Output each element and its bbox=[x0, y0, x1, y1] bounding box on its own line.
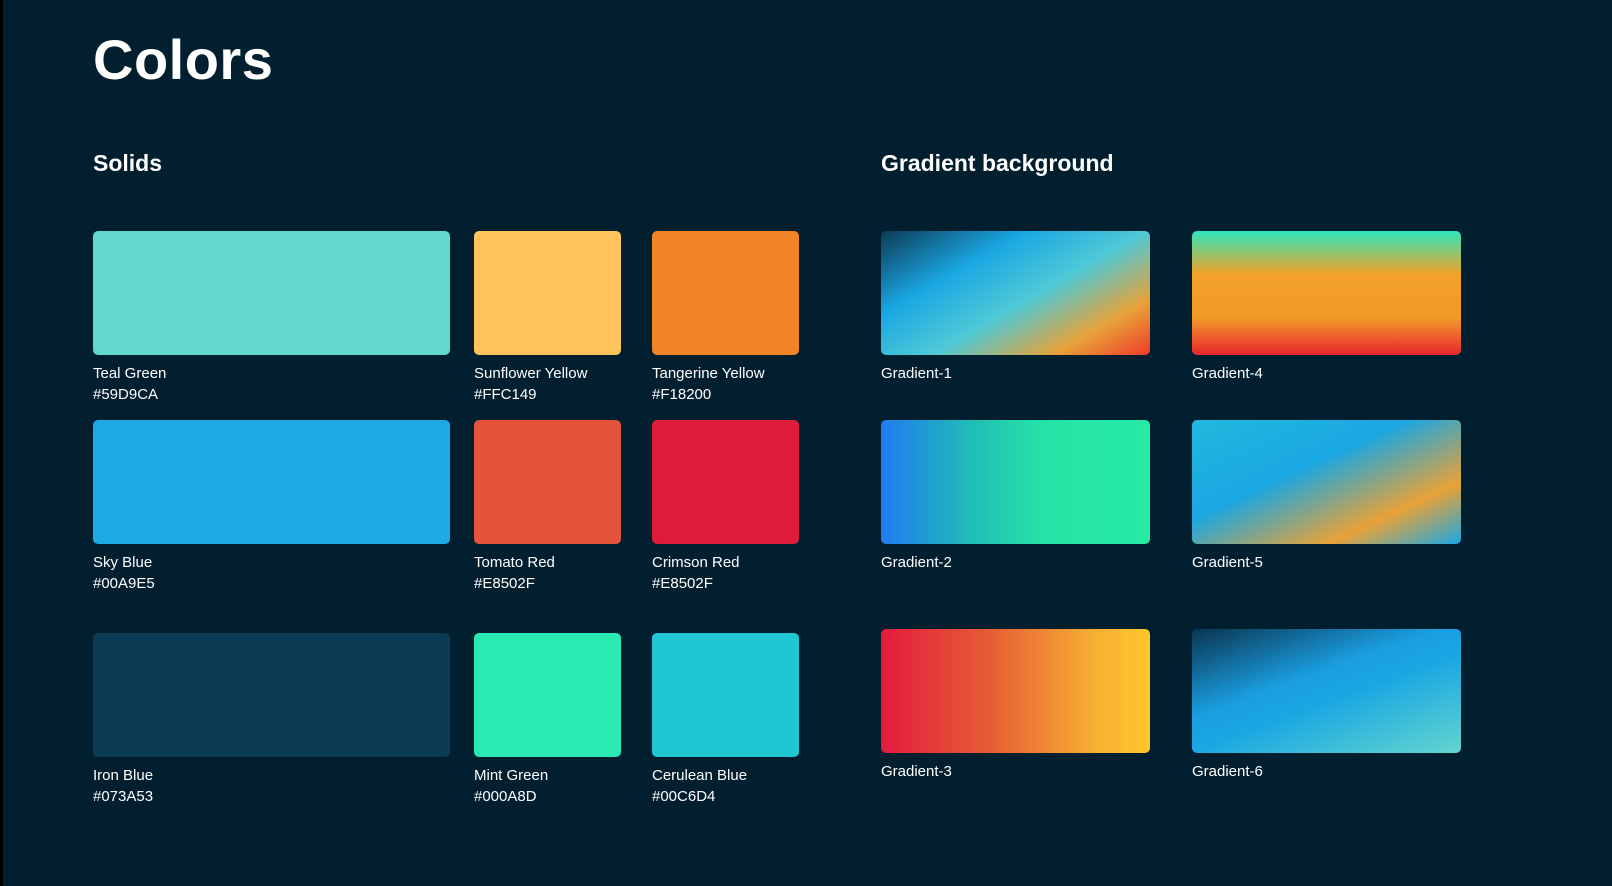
swatch-hex: #000A8D bbox=[474, 788, 537, 805]
swatch-mint-green: Mint Green #000A8D bbox=[474, 633, 621, 807]
swatch-crimson-red: Crimson Red #E8502F bbox=[652, 420, 799, 594]
swatch-hex: #00A9E5 bbox=[93, 575, 155, 592]
swatch-cerulean-blue: Cerulean Blue #00C6D4 bbox=[652, 633, 799, 807]
gradient-chip bbox=[1192, 629, 1461, 753]
swatch-iron-blue: Iron Blue #073A53 bbox=[93, 633, 450, 807]
gradient-chip bbox=[881, 420, 1150, 544]
swatch-tangerine-yellow: Tangerine Yellow #F18200 bbox=[652, 231, 799, 405]
color-chip bbox=[93, 231, 450, 355]
color-chip bbox=[652, 633, 799, 757]
gradient-name: Gradient-6 bbox=[1192, 763, 1263, 780]
gradient-name: Gradient-3 bbox=[881, 763, 952, 780]
swatch-name: Tomato Red bbox=[474, 554, 555, 571]
swatch-name: Cerulean Blue bbox=[652, 767, 748, 784]
gradient-name: Gradient-4 bbox=[1192, 365, 1263, 382]
swatch-teal-green: Teal Green #59D9CA bbox=[93, 231, 450, 405]
swatch-name: Mint Green bbox=[474, 767, 549, 784]
gradient-chip bbox=[881, 629, 1150, 753]
gradient-2-swatch: Gradient-2 bbox=[881, 420, 1150, 573]
gradient-name: Gradient-2 bbox=[881, 554, 952, 571]
solids-heading: Solids bbox=[93, 150, 163, 176]
swatch-hex: #E8502F bbox=[474, 575, 535, 592]
swatch-hex: #F18200 bbox=[652, 386, 712, 403]
swatch-hex: #00C6D4 bbox=[652, 788, 716, 805]
colors-slide: Colors Solids Gradient background Teal G… bbox=[3, 0, 1612, 886]
gradient-name: Gradient-1 bbox=[881, 365, 952, 382]
gradient-chip bbox=[1192, 420, 1461, 544]
swatch-name: Sky Blue bbox=[93, 554, 153, 571]
color-chip bbox=[474, 633, 621, 757]
gradient-3-swatch: Gradient-3 bbox=[881, 629, 1150, 782]
swatch-name: Sunflower Yellow bbox=[474, 365, 588, 382]
color-chip bbox=[474, 231, 621, 355]
gradient-heading: Gradient background bbox=[881, 150, 1114, 176]
color-chip bbox=[93, 420, 450, 544]
swatch-hex: #073A53 bbox=[93, 788, 154, 805]
gradient-6-swatch: Gradient-6 bbox=[1192, 629, 1461, 782]
swatch-hex: #E8502F bbox=[652, 575, 713, 592]
page-title: Colors bbox=[93, 28, 274, 91]
gradient-4-swatch: Gradient-4 bbox=[1192, 231, 1461, 384]
gradient-name: Gradient-5 bbox=[1192, 554, 1263, 571]
gradient-chip bbox=[881, 231, 1150, 355]
gradient-1-swatch: Gradient-1 bbox=[881, 231, 1150, 384]
swatch-hex: #FFC149 bbox=[474, 386, 537, 403]
gradient-5-swatch: Gradient-5 bbox=[1192, 420, 1461, 573]
swatch-name: Iron Blue bbox=[93, 767, 154, 784]
swatch-tomato-red: Tomato Red #E8502F bbox=[474, 420, 621, 594]
color-chip bbox=[652, 231, 799, 355]
swatch-name: Tangerine Yellow bbox=[652, 365, 765, 382]
color-chip bbox=[93, 633, 450, 757]
swatch-hex: #59D9CA bbox=[93, 386, 159, 403]
swatch-sky-blue: Sky Blue #00A9E5 bbox=[93, 420, 450, 594]
swatch-name: Teal Green bbox=[93, 365, 167, 382]
color-chip bbox=[652, 420, 799, 544]
swatch-name: Crimson Red bbox=[652, 554, 740, 571]
color-chip bbox=[474, 420, 621, 544]
gradient-chip bbox=[1192, 231, 1461, 355]
swatch-sunflower-yellow: Sunflower Yellow #FFC149 bbox=[474, 231, 621, 405]
